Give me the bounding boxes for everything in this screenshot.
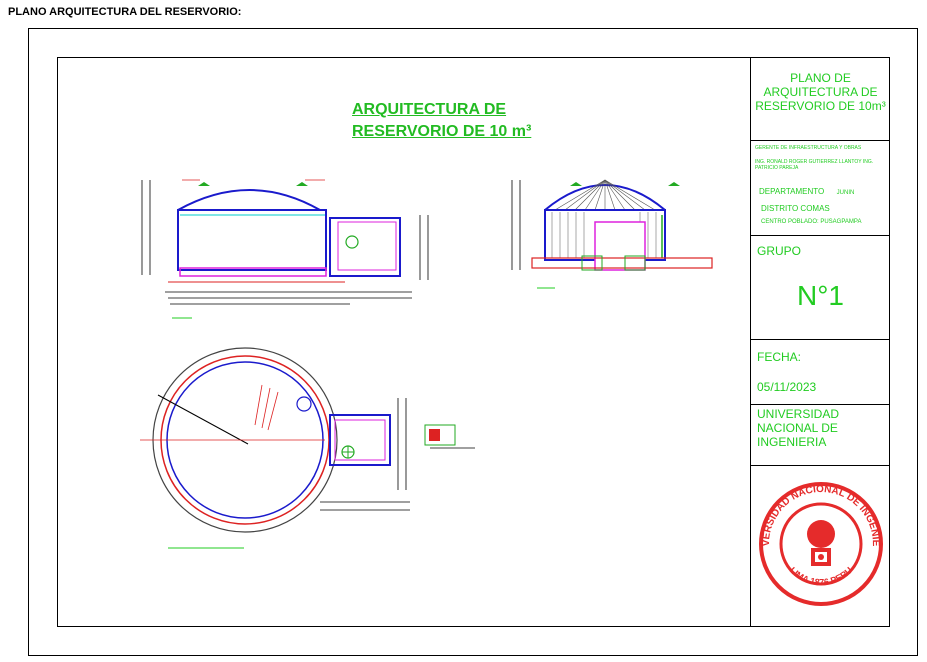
distrito: DISTRITO COMAS [761, 204, 830, 213]
title-block: PLANO DE ARQUITECTURA DE RESERVORIO DE 1… [750, 57, 890, 627]
engineers: ING. RONALD ROGER GUTIERREZ LLANTOY ING.… [755, 159, 874, 171]
fecha-section: FECHA: 05/11/2023 [751, 340, 890, 405]
plan-title: PLANO DE ARQUITECTURA DE RESERVORIO DE 1… [751, 57, 890, 141]
svg-text:LIMA 1876 PERU: LIMA 1876 PERU [788, 565, 854, 587]
university-section: UNIVERSIDAD NACIONAL DE INGENIERIA [751, 405, 890, 466]
seal-section: UNIVERSIDAD NACIONAL DE INGENIERIA LIMA … [751, 466, 890, 627]
section-a-a [141, 179, 429, 319]
grupo-section: GRUPO N°1 [751, 236, 890, 340]
fecha-label: FECHA: [757, 350, 802, 364]
grupo-label: GRUPO [757, 244, 802, 258]
departamento-row: DEPARTAMENTO JUNIN [751, 181, 890, 199]
manager-role: GERENTE DE INFRAESTRUCTURA Y OBRAS [755, 145, 862, 151]
university-name: UNIVERSIDAD NACIONAL DE INGENIERIA [757, 407, 840, 449]
university-seal: UNIVERSIDAD NACIONAL DE INGENIERIA LIMA … [751, 466, 883, 606]
section-b-b [511, 179, 713, 289]
plan-view [140, 347, 475, 549]
departamento-value: JUNIN [836, 190, 855, 196]
centro-poblado: CENTRO POBLADO: PUSAGPAMPA [761, 219, 862, 225]
project-info: GERENTE DE INFRAESTRUCTURA Y OBRAS ING. … [751, 141, 890, 236]
grupo-value: N°1 [797, 280, 844, 311]
fecha-value: 05/11/2023 [757, 380, 817, 394]
departamento-label: DEPARTAMENTO [759, 187, 825, 196]
